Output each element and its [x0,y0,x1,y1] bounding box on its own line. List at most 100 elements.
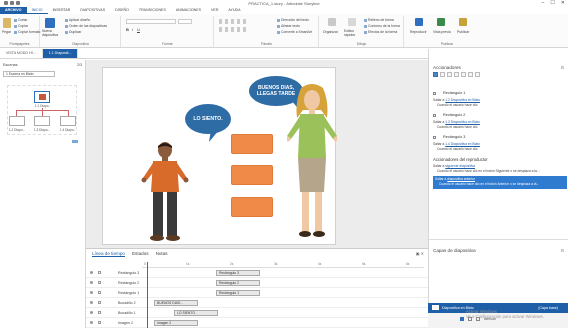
add-layer-icon[interactable] [460,317,464,321]
quick-styles-button[interactable]: Estilos rápidos [344,29,360,37]
timeline-row[interactable]: Bocadillo 1 LO SIENTO. [86,309,428,318]
eye-icon[interactable] [90,271,93,274]
eye-icon[interactable] [90,321,93,324]
slide-thumb-1-4[interactable] [60,116,76,126]
smartart-button[interactable]: Convertir a SmartArt [277,30,312,34]
eye-icon[interactable] [90,291,93,294]
cut-button[interactable]: Cortar [14,18,27,22]
timeline-row[interactable]: Rectángulo 3 Rectángulo 3 [86,269,428,278]
publish-button[interactable]: Publicar [457,30,469,34]
duplicate-button[interactable]: Duplicar [65,30,81,34]
trigger-action[interactable]: Saltar a 1.4 Diapositiva en Blato [433,142,480,146]
move-up-icon[interactable] [468,72,473,77]
delete-trigger-icon[interactable] [461,72,466,77]
trigger-action[interactable]: Saltar a 1.3 Diapositiva en Blato [433,120,480,124]
rectangle-2[interactable] [231,165,273,185]
lock-icon[interactable] [98,321,101,324]
list-buttons[interactable] [219,19,249,24]
new-slide-button[interactable]: Nueva diapositiva [42,29,62,37]
paste-trigger-icon[interactable] [454,72,459,77]
timeline-bar[interactable]: Rectángulo 1 [216,290,260,296]
trigger-object[interactable]: Rectángulo 2 [443,113,465,117]
tab-insertar[interactable]: INSERTAR [48,7,76,14]
timeline-bar[interactable]: Rectángulo 3 [216,270,260,276]
font-size-select[interactable] [178,19,192,24]
tab-transiciones[interactable]: TRANSICIONES [134,7,171,14]
close-button[interactable]: ✕ [561,0,565,6]
player-trigger-action[interactable]: Saltar a siguiente diapositiva [433,164,475,168]
arrange-button[interactable]: Organizar [323,30,338,34]
timeline-row[interactable]: Imagen 2 Imagen 2 [86,319,428,328]
tab-archivo[interactable]: ARCHIVO [0,7,27,14]
bold-icon[interactable]: B [126,27,129,32]
timeline-bar[interactable]: Imagen 2 [154,320,198,326]
slide-order-button[interactable]: Orden de las diapositivas [65,24,107,28]
align-text-button[interactable]: Alinear texto [277,24,300,28]
slide-thumb-1-3[interactable] [34,116,50,126]
tab-story-view[interactable]: VISTA MODO HI... [0,49,43,58]
link-icon[interactable] [72,140,78,143]
expand-icon[interactable] [433,114,436,117]
tab-ver[interactable]: VER [206,7,223,14]
text-direction-button[interactable]: Dirección del texto [277,18,309,22]
new-trigger-icon[interactable] [433,72,438,77]
shape-outline-button[interactable]: Contorno de la forma [364,24,400,28]
shape-fill-button[interactable]: Relleno de forma [364,18,394,22]
pin-icon[interactable]: ⊟ [561,65,564,70]
maximize-button[interactable]: ☐ [550,0,554,6]
trigger-object[interactable]: Rectángulo 3 [443,135,465,139]
rectangle-1[interactable] [231,134,273,154]
arrange-icon[interactable] [328,18,336,26]
paste-button[interactable]: Pegar [2,30,11,34]
move-down-icon[interactable] [475,72,480,77]
paste-icon[interactable] [3,18,11,28]
timeline-row[interactable]: Rectángulo 1 Rectángulo 1 [86,289,428,298]
timeline-row[interactable]: Rectángulo 2 Rectángulo 2 [86,279,428,288]
shape-effects-button[interactable]: Efectos de la forma [364,30,397,34]
expand-icon[interactable] [433,92,436,95]
eye-icon[interactable] [90,281,93,284]
timeline-bar[interactable]: LO SIENTO. [174,310,218,316]
lock-icon[interactable] [98,281,101,284]
preview-icon[interactable] [437,18,445,26]
trigger-action[interactable]: Saltar a 1.2 Diapositiva en Blato [433,98,480,102]
slide-thumb-main[interactable] [34,91,50,103]
new-slide-icon[interactable] [45,18,55,28]
expand-icon[interactable] [433,136,436,139]
apply-layout-button[interactable]: Aplicar diseño [65,18,90,22]
font-family-select[interactable] [126,19,176,24]
timeline-bar[interactable]: Rectángulo 2 [216,280,260,286]
timeline-bar[interactable]: BUENOS DIAS... [154,300,198,306]
lock-icon[interactable] [98,311,101,314]
timeline-window-controls[interactable]: ▣ ✕ [416,251,424,256]
playhead[interactable] [147,262,148,328]
edit-trigger-icon[interactable] [440,72,445,77]
male-character-image[interactable] [141,140,189,244]
play-button[interactable]: Reproducir [410,30,427,34]
preview-button[interactable]: Vista previa [433,30,451,34]
eye-icon[interactable] [90,301,93,304]
trigger-object[interactable]: Rectángulo 1 [443,91,465,95]
publish-icon[interactable] [459,18,467,26]
play-icon[interactable] [415,18,423,26]
tab-notes[interactable]: Notas [156,251,168,257]
tab-slide-1-1[interactable]: 1.1 Diapositi... [42,49,79,58]
slide-thumb-1-2[interactable] [9,116,25,126]
eye-icon[interactable] [90,311,93,314]
lock-icon[interactable] [98,301,101,304]
copy-trigger-icon[interactable] [447,72,452,77]
tab-diapositivas[interactable]: DIAPOSITIVAS [75,7,110,14]
copy-button[interactable]: Copiar [14,24,28,28]
tab-states[interactable]: Estados [132,251,149,257]
underline-icon[interactable]: U [137,27,140,32]
minimize-button[interactable]: – [542,0,545,6]
tab-diseno[interactable]: DISEÑO [110,7,134,14]
rectangle-3[interactable] [231,197,273,217]
timeline-row[interactable]: Bocadillo 2 BUENOS DIAS... [86,299,428,308]
lock-icon[interactable] [98,291,101,294]
scenes-zoom[interactable]: 2/3 [77,63,82,67]
align-buttons[interactable] [219,27,249,32]
tab-animaciones[interactable]: ANIMACIONES [171,7,206,14]
player-trigger-action[interactable]: Saltar a diapositiva anterior [435,177,475,181]
scene-select[interactable]: 1 Escena en Blato [3,71,55,77]
